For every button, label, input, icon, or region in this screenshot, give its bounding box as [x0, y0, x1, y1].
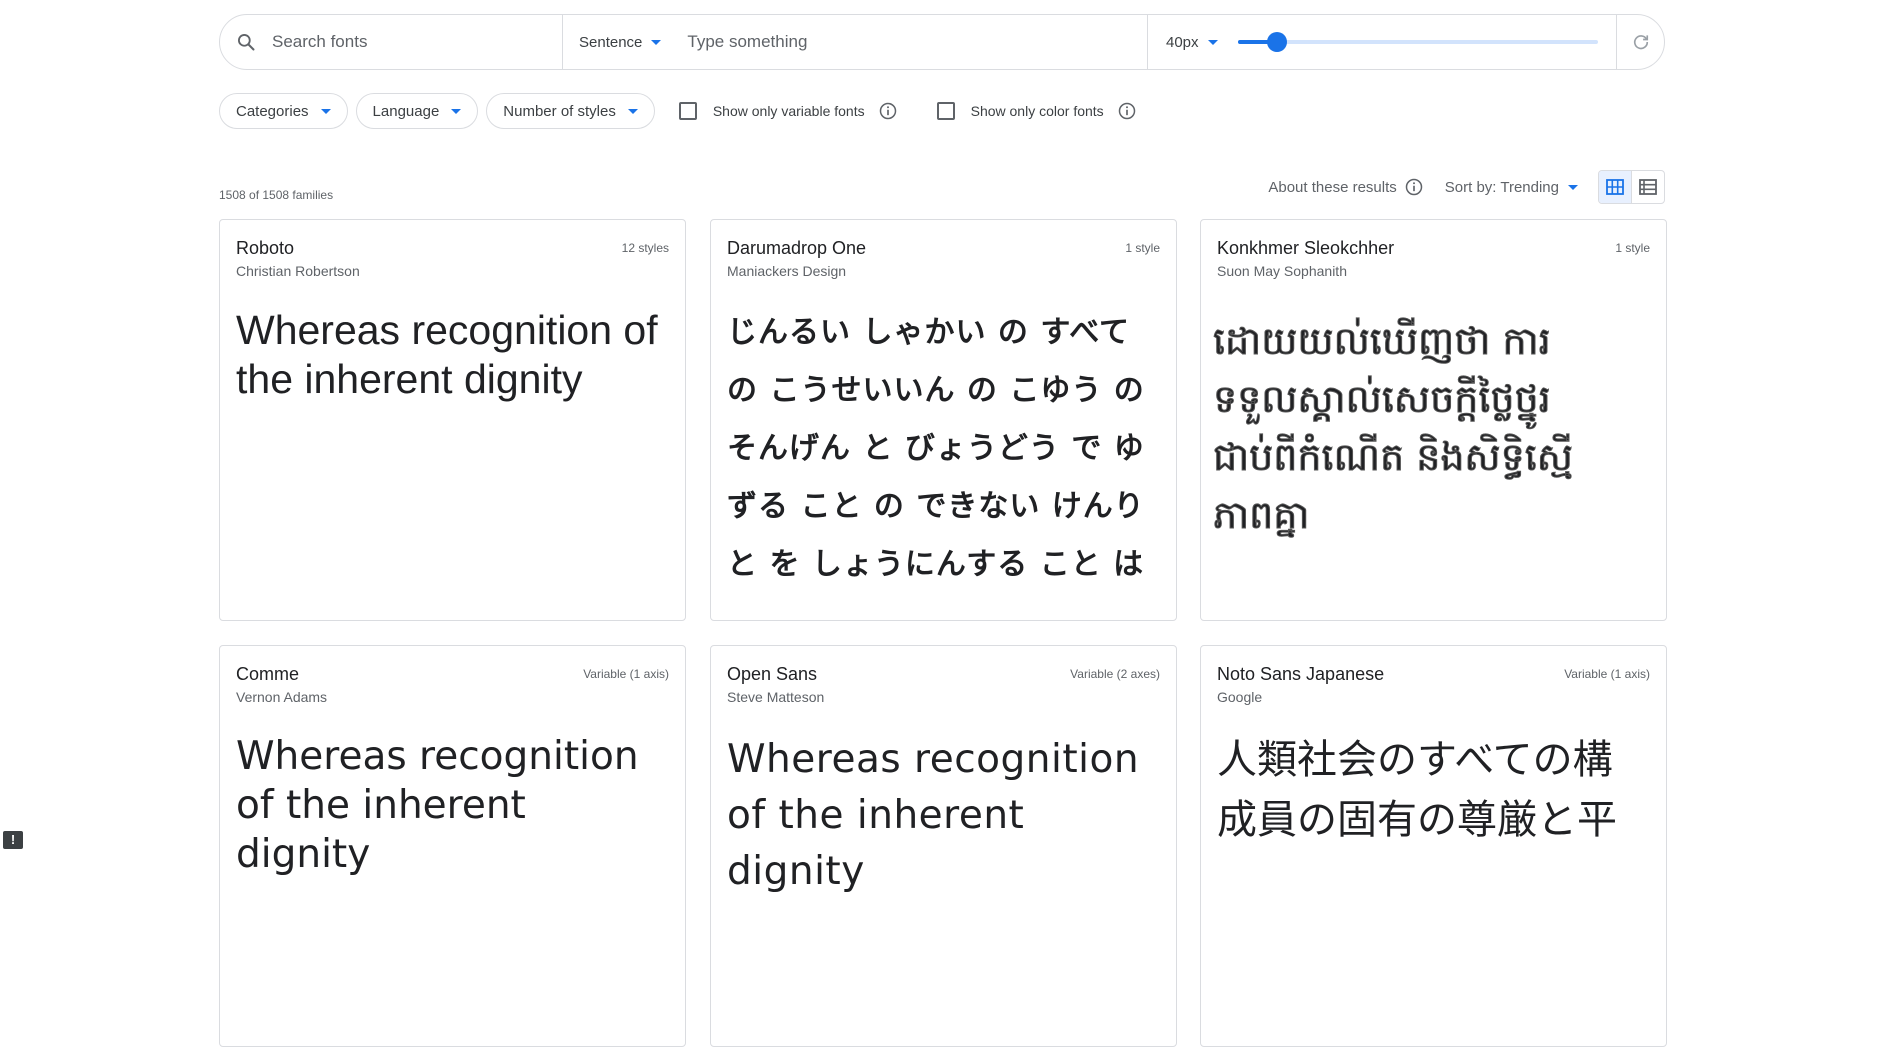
info-icon: [1403, 176, 1425, 198]
sort-dropdown[interactable]: Sort by: Trending: [1445, 179, 1578, 196]
font-card-noto-sans-japanese[interactable]: Noto Sans Japanese Google Variable (1 ax…: [1200, 645, 1667, 1047]
categories-filter[interactable]: Categories: [219, 93, 348, 129]
font-size-slider[interactable]: [1237, 32, 1598, 52]
font-size-section: 40px: [1148, 15, 1617, 69]
search-input[interactable]: [270, 31, 534, 53]
language-label: Language: [372, 102, 440, 120]
font-sample-text: じんるい しゃかい の すべて の こうせいいん の こゆう の そんげん と …: [727, 315, 1145, 582]
list-view-icon: [1638, 177, 1658, 197]
font-sample-text: Whereas recognition of the inherent dign…: [236, 734, 639, 877]
results-controls: About these results Sort by: Trending: [1268, 170, 1665, 204]
font-styles-count: 1 style: [1125, 241, 1160, 255]
number-of-styles-label: Number of styles: [503, 102, 616, 120]
preview-mode-label: Sentence: [579, 33, 643, 51]
font-designer: Steve Matteson: [727, 689, 825, 705]
font-size-label: 40px: [1166, 33, 1199, 51]
color-fonts-checkbox[interactable]: [936, 102, 955, 120]
info-icon[interactable]: [1116, 100, 1138, 122]
font-search-toolbar: Sentence 40px: [219, 14, 1665, 70]
font-name: Roboto: [236, 238, 295, 258]
refresh-icon[interactable]: [1631, 32, 1651, 52]
search-icon: [234, 30, 258, 54]
color-fonts-toggle: Show only color fonts: [936, 100, 1138, 122]
info-icon[interactable]: [877, 100, 899, 122]
font-styles-count: 12 styles: [621, 241, 669, 255]
variable-fonts-toggle: Show only variable fonts: [678, 100, 899, 122]
search-section: [220, 15, 563, 69]
caret-down-icon: [320, 108, 331, 114]
sort-label: Sort by: Trending: [1444, 178, 1559, 196]
caret-down-icon: [651, 39, 662, 45]
reset-section: [1617, 15, 1664, 69]
number-of-styles-filter[interactable]: Number of styles: [486, 93, 655, 129]
variable-fonts-label: Show only variable fonts: [712, 103, 865, 119]
grid-view-icon: [1605, 177, 1625, 197]
slider-track: [1237, 40, 1598, 44]
caret-down-icon: [451, 108, 462, 114]
font-designer: Vernon Adams: [236, 689, 328, 705]
font-styles-count: Variable (1 axis): [583, 667, 669, 681]
font-name: Noto Sans Japanese: [1217, 664, 1385, 684]
feedback-icon[interactable]: !: [3, 831, 23, 849]
font-card-darumadrop-one[interactable]: Darumadrop One Maniackers Design 1 style…: [710, 219, 1177, 621]
grid-view-button[interactable]: [1599, 171, 1631, 203]
font-sample-text: ដោយយល់ឃើញថា ការទទួលស្គាល់សេចក្តីថ្លៃថ្នូ…: [1213, 319, 1574, 538]
font-designer: Maniackers Design: [727, 263, 847, 279]
font-styles-count: Variable (1 axis): [1564, 667, 1650, 681]
preview-text-input[interactable]: [685, 31, 1130, 53]
font-card-comme[interactable]: Comme Vernon Adams Variable (1 axis) Whe…: [219, 645, 686, 1047]
language-filter[interactable]: Language: [355, 93, 479, 129]
slider-thumb[interactable]: [1267, 32, 1288, 52]
font-card-roboto[interactable]: Roboto Christian Robertson 12 styles Whe…: [219, 219, 686, 621]
font-name: Comme: [236, 664, 300, 684]
font-designer: Suon May Sophanith: [1217, 263, 1347, 279]
variable-fonts-checkbox[interactable]: [678, 102, 697, 120]
font-designer: Google: [1217, 689, 1263, 705]
font-styles-count: 1 style: [1615, 241, 1650, 255]
color-fonts-label: Show only color fonts: [970, 103, 1104, 119]
font-size-dropdown[interactable]: 40px: [1164, 28, 1220, 57]
caret-down-icon: [627, 108, 638, 114]
font-card-open-sans[interactable]: Open Sans Steve Matteson Variable (2 axe…: [710, 645, 1177, 1047]
categories-label: Categories: [236, 102, 309, 120]
view-toggle: [1598, 170, 1665, 204]
filter-row: Categories Language Number of styles Sho…: [219, 93, 1160, 129]
font-styles-count: Variable (2 axes): [1070, 667, 1160, 681]
font-name: Open Sans: [727, 664, 818, 684]
preview-mode-dropdown[interactable]: Sentence: [577, 28, 663, 57]
font-designer: Christian Robertson: [236, 263, 360, 279]
font-sample-text: 人類社会のすべての構成員の固有の尊厳と平: [1217, 737, 1617, 843]
about-results-label: About these results: [1268, 178, 1397, 196]
list-view-button[interactable]: [1631, 171, 1664, 203]
preview-section: Sentence: [563, 15, 1148, 69]
caret-down-icon: [1568, 184, 1578, 190]
font-sample-text: Whereas recognition of the inherent dign…: [727, 737, 1140, 894]
results-count: 1508 of 1508 families: [219, 188, 334, 202]
font-name: Darumadrop One: [727, 238, 867, 258]
font-card-konkhmer-sleokchher[interactable]: Konkhmer Sleokchher Suon May Sophanith 1…: [1200, 219, 1667, 621]
about-results-button[interactable]: About these results: [1268, 176, 1424, 198]
caret-down-icon: [1207, 39, 1218, 45]
font-name: Konkhmer Sleokchher: [1217, 238, 1395, 258]
font-sample-text: Whereas recognition of the inherent dign…: [236, 307, 658, 402]
